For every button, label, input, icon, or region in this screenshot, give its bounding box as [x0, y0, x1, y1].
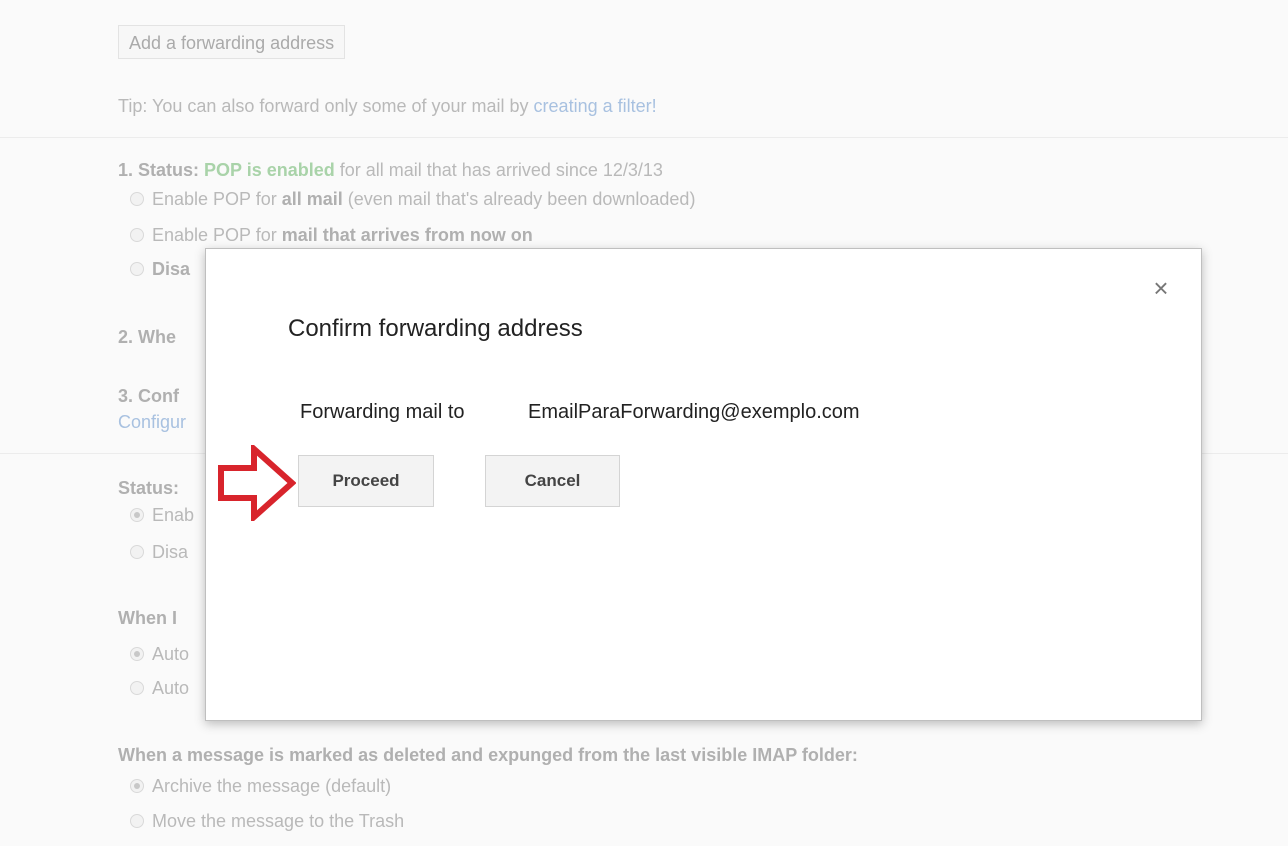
radio-icon[interactable] — [130, 545, 144, 559]
pop-option-disable[interactable]: Disa — [130, 259, 190, 280]
auto-option-2-label: Auto — [152, 678, 190, 698]
pop-opt1-bold: all mail — [281, 189, 343, 209]
pop-opt1-prefix: Enable POP for — [152, 189, 282, 209]
imap-option-enable[interactable]: Enab — [130, 505, 194, 526]
section-2-heading: 2. Whe — [118, 327, 176, 348]
imap-status-label: Status: — [118, 478, 180, 498]
radio-icon[interactable] — [130, 779, 144, 793]
pop-status-label: 1. Status: — [118, 160, 205, 180]
create-filter-link[interactable]: creating a filter! — [534, 96, 657, 116]
radio-icon[interactable] — [130, 681, 144, 695]
radio-icon[interactable] — [130, 508, 144, 522]
forwarding-tip: Tip: You can also forward only some of y… — [118, 96, 657, 117]
radio-icon[interactable] — [130, 647, 144, 661]
deleted-opt2-label: Move the message to the Trash — [152, 811, 405, 831]
deleted-heading: When a message is marked as deleted and … — [118, 745, 858, 766]
pop-opt2-prefix: Enable POP for — [152, 225, 282, 245]
section-divider — [0, 137, 1288, 138]
forwarding-label: Forwarding mail to — [300, 401, 465, 423]
deleted-option-archive[interactable]: Archive the message (default) — [130, 776, 391, 797]
pop-opt3-label: Disa — [152, 259, 191, 279]
pop-opt1-suffix: (even mail that's already been downloade… — [342, 189, 696, 209]
tip-text: Tip: You can also forward only some of y… — [118, 96, 534, 116]
dialog-title: Confirm forwarding address — [288, 315, 583, 342]
pop-opt2-bold: mail that arrives from now on — [281, 225, 533, 245]
deleted-heading-label: When a message is marked as deleted and … — [118, 745, 858, 765]
proceed-button[interactable]: Proceed — [298, 455, 434, 507]
radio-icon[interactable] — [130, 814, 144, 828]
imap-status-heading: Status: — [118, 478, 179, 499]
section-2-label: 2. Whe — [118, 327, 177, 347]
imap-option-disable[interactable]: Disa — [130, 542, 188, 563]
deleted-option-trash[interactable]: Move the message to the Trash — [130, 811, 404, 832]
forwarding-email: EmailParaForwarding@exemplo.com — [528, 401, 860, 423]
pop-status-suffix: for all mail that has arrived since 12/3… — [334, 160, 663, 180]
radio-icon[interactable] — [130, 192, 144, 206]
pop-status-value: POP is enabled — [204, 160, 335, 180]
configure-link[interactable]: Configur — [118, 412, 186, 433]
add-forwarding-address-button[interactable]: Add a forwarding address — [118, 25, 346, 59]
section-3-label: 3. Conf — [118, 386, 179, 406]
auto-option-1[interactable]: Auto — [130, 644, 189, 665]
when-heading: When I — [118, 608, 177, 629]
pop-option-all-mail[interactable]: Enable POP for all mail (even mail that'… — [130, 189, 695, 210]
imap-enable-label: Enab — [152, 505, 195, 525]
cancel-button[interactable]: Cancel — [485, 455, 620, 507]
deleted-opt1-label: Archive the message (default) — [152, 776, 392, 796]
red-arrow-icon — [218, 445, 296, 521]
imap-disable-label: Disa — [152, 542, 189, 562]
pop-option-from-now[interactable]: Enable POP for mail that arrives from no… — [130, 225, 533, 246]
radio-icon[interactable] — [130, 228, 144, 242]
close-icon[interactable]: × — [1149, 275, 1173, 301]
auto-option-1-label: Auto — [152, 644, 190, 664]
pop-status: 1. Status: POP is enabled for all mail t… — [118, 160, 663, 181]
section-3-heading: 3. Conf — [118, 386, 179, 407]
radio-icon[interactable] — [130, 262, 144, 276]
when-label: When I — [118, 608, 177, 628]
auto-option-2[interactable]: Auto — [130, 678, 189, 699]
confirm-forwarding-dialog: × Confirm forwarding address Forwarding … — [205, 248, 1202, 721]
